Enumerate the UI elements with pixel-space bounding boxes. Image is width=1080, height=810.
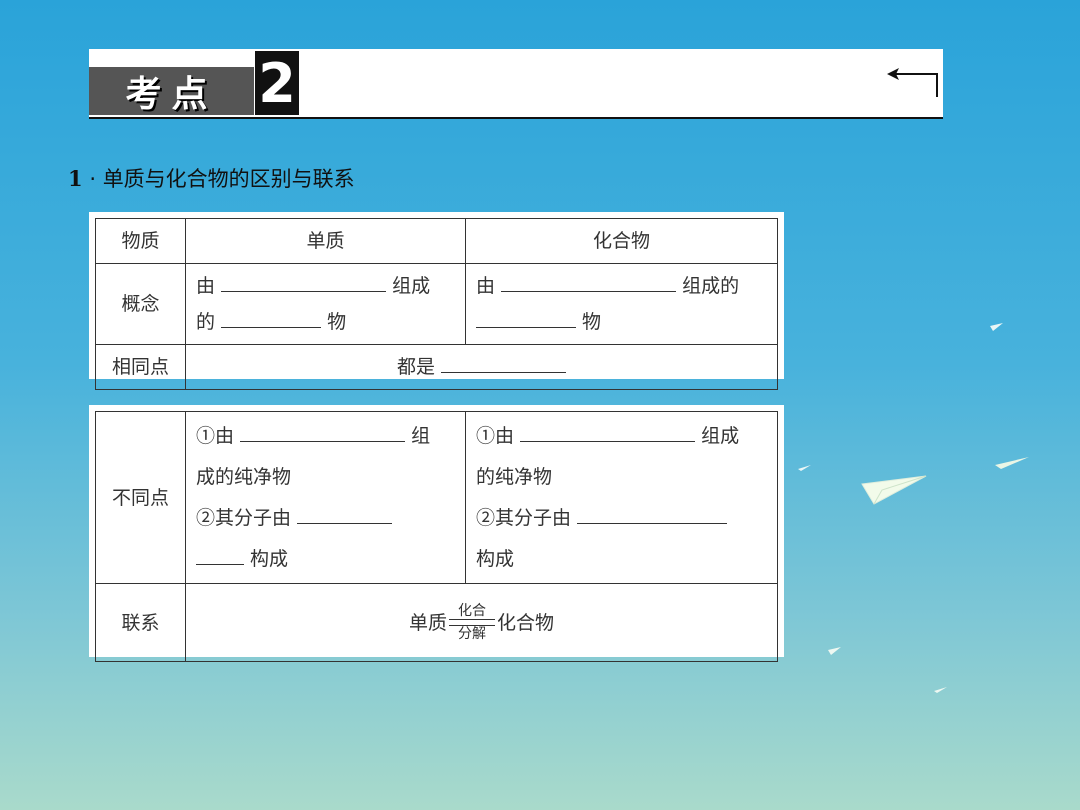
blank-line [577,504,728,524]
text: 组 [411,425,431,447]
header-element: 单质 [185,217,466,265]
diff-element-cell: ①由 组 成的纯净物 ②其分子由 构成 [185,410,466,585]
paper-plane-icon-tiny [934,687,947,693]
concept-compound-cell: 由 组成的 物 [465,263,778,346]
text: 成的纯净物 [196,465,292,488]
text: 都是 [396,356,435,379]
blank-line [441,353,567,374]
diff-compound-cell: ①由 组成 的纯净物 ②其分子由 构成 [465,410,778,585]
text: ①由 [476,425,515,447]
paper-plane-icon-tiny [990,323,1003,331]
text: 物 [582,311,602,334]
relation-left: 单质 [408,611,447,634]
text: 组成的 [682,275,740,298]
reversible-arrow: 化合 分解 [449,603,495,644]
concept-element-cell: 由 组成 的 物 [185,263,466,346]
text: 构成 [250,547,289,570]
relation-top-label: 化合 [458,602,486,619]
blank-line [240,422,406,442]
topic-banner: 考点 2 [89,49,943,119]
text: ①由 [196,425,235,447]
topic-number: 2 [255,51,299,115]
header-compound: 化合物 [465,217,778,265]
back-arrow-icon[interactable] [883,67,943,107]
heading-separator: · [89,167,96,191]
blank-line [501,272,677,293]
text: 组成 [701,425,740,447]
paper-plane-icon-small [995,457,1029,469]
text: ②其分子由 [476,506,572,529]
blank-line [297,504,393,524]
text: ②其分子由 [196,506,292,529]
topic-label: 考点 [89,67,254,115]
relation-bottom-label: 分解 [458,626,486,643]
text: 的纯净物 [476,465,553,488]
blank-line [196,545,244,565]
text: 构成 [476,547,515,570]
heading-number: 1 [68,166,83,191]
relation-right: 化合物 [497,611,555,634]
relation-cell: 单质 化合 分解 化合物 [185,583,778,663]
row-label-common: 相同点 [95,344,186,391]
heading-text: 单质与化合物的区别与联系 [102,167,355,191]
paper-plane-icon-tiny [798,465,811,471]
row-label-difference: 不同点 [95,410,186,585]
section-heading: 1 · 单质与化合物的区别与联系 [68,163,355,193]
text: 物 [327,311,347,334]
common-cell: 都是 [185,344,778,391]
row-label-concept: 概念 [95,263,186,346]
double-arrow-icon [449,619,495,627]
text: 由 [196,275,216,298]
blank-line [520,422,696,442]
blank-line [221,272,387,293]
text: 组成 [392,275,431,298]
conversion-relation: 单质 化合 分解 化合物 [409,603,554,644]
text: 由 [476,275,496,298]
header-substance: 物质 [95,217,186,265]
row-label-relation: 联系 [95,583,186,663]
comparison-table-2: 不同点 ①由 组 成的纯净物 ②其分子由 构成 ①由 组成 的纯净物 ②其分子由… [89,405,784,663]
paper-plane-icon-tiny [828,647,841,655]
paper-plane-icon [861,475,927,505]
comparison-table-1: 物质 单质 化合物 概念 由 组成 的 物 由 组成的 物 相同点 都是 [89,212,784,391]
blank-line [476,308,576,329]
blank-line [221,308,322,329]
text: 的 [196,311,216,334]
